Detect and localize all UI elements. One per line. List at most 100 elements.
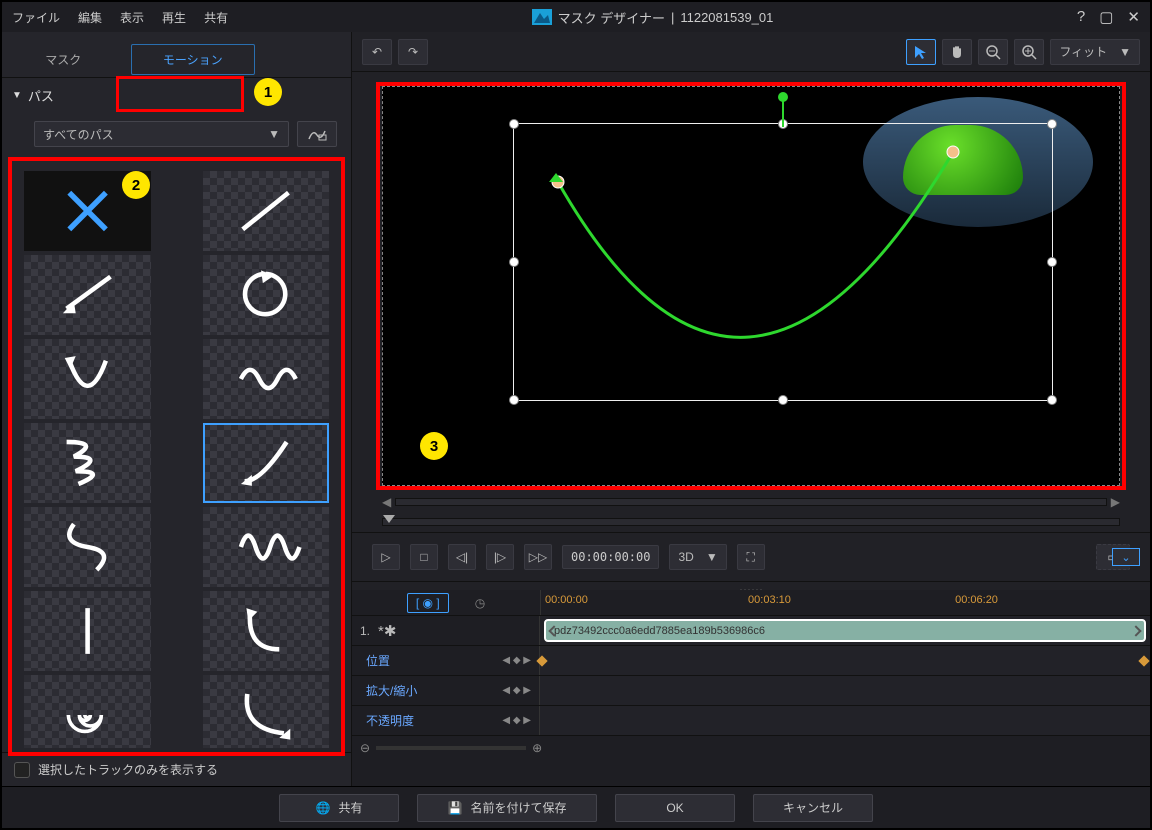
menu-share[interactable]: 共有 bbox=[204, 9, 228, 26]
menu-view[interactable]: 表示 bbox=[120, 9, 144, 26]
zoom-out-button[interactable] bbox=[978, 39, 1008, 65]
path-thumb-line[interactable] bbox=[203, 171, 330, 251]
handle-ml[interactable] bbox=[509, 257, 519, 267]
handle-tc[interactable] bbox=[778, 119, 788, 129]
keyframe-nav[interactable]: ◀ ◆ ▶ bbox=[502, 715, 531, 726]
track-lane[interactable]: pdz73492ccc0a6edd7885ea189b536986c6 bbox=[540, 616, 1150, 645]
path-thumb-s[interactable] bbox=[24, 507, 151, 587]
ruler-tick-0: 00:00:00 bbox=[545, 594, 588, 606]
keyframe-nav[interactable]: ◀ ◆ ▶ bbox=[502, 655, 531, 666]
cancel-button[interactable]: キャンセル bbox=[753, 794, 873, 822]
section-path-header[interactable]: ▼ パス bbox=[2, 78, 351, 113]
scroll-right-icon[interactable]: ▶ bbox=[1111, 495, 1120, 509]
path-thumb-ww[interactable] bbox=[203, 507, 330, 587]
path-filter-dropdown[interactable]: すべてのパス ▼ bbox=[34, 121, 289, 147]
save-as-label: 名前を付けて保存 bbox=[470, 799, 566, 816]
keyframe-mode-button[interactable]: [ ◉ ] bbox=[407, 593, 449, 613]
prev-frame-button[interactable]: ◁| bbox=[448, 544, 476, 570]
zoom-in-icon[interactable]: ⊕ bbox=[532, 741, 542, 755]
show-selected-label: 選択したトラックのみを表示する bbox=[38, 761, 218, 778]
timecode-display[interactable]: 00:00:00:00 bbox=[562, 545, 659, 569]
fullscreen-button[interactable]: ⛶ bbox=[737, 544, 765, 570]
path-thumb-spiral[interactable] bbox=[24, 675, 151, 748]
prop-position-label: 位置 bbox=[366, 652, 390, 669]
move-tool-button[interactable] bbox=[906, 39, 936, 65]
undo-button[interactable]: ↶ bbox=[362, 39, 392, 65]
path-gallery bbox=[16, 165, 337, 748]
scroll-left-icon[interactable]: ◀ bbox=[382, 495, 391, 509]
share-label: 共有 bbox=[338, 799, 362, 816]
path-thumb-wave[interactable] bbox=[203, 339, 330, 419]
path-save-button[interactable] bbox=[297, 121, 337, 147]
selection-box[interactable] bbox=[513, 123, 1053, 401]
handle-br[interactable] bbox=[1047, 395, 1057, 405]
menu-file[interactable]: ファイル bbox=[12, 9, 60, 26]
zoom-in-button[interactable] bbox=[1014, 39, 1044, 65]
ruler-tick-1: 00:03:10 bbox=[748, 594, 791, 606]
menu-play[interactable]: 再生 bbox=[162, 9, 186, 26]
stopwatch-icon[interactable]: ◷ bbox=[475, 596, 485, 610]
chevron-down-icon: ▼ bbox=[268, 127, 280, 141]
help-icon[interactable]: ? bbox=[1077, 8, 1085, 26]
fast-forward-button[interactable]: ▷▷ bbox=[524, 544, 552, 570]
scale-lane[interactable] bbox=[540, 676, 1150, 705]
prop-position[interactable]: 位置 ◀ ◆ ▶ bbox=[352, 646, 540, 675]
tab-mask[interactable]: マスク bbox=[2, 45, 125, 74]
hand-tool-button[interactable] bbox=[942, 39, 972, 65]
share-button[interactable]: 🌐 共有 bbox=[279, 794, 399, 822]
path-thumb-hook[interactable] bbox=[203, 591, 330, 671]
show-selected-checkbox[interactable] bbox=[14, 762, 30, 778]
handle-bc[interactable] bbox=[778, 395, 788, 405]
prop-scale-label: 拡大/縮小 bbox=[366, 682, 417, 699]
preview-canvas[interactable] bbox=[382, 86, 1120, 486]
path-thumb-u[interactable] bbox=[24, 339, 151, 419]
annotation-badge-3: 3 bbox=[420, 432, 448, 460]
h-scrollbar[interactable] bbox=[395, 498, 1107, 506]
stop-button[interactable]: □ bbox=[410, 544, 438, 570]
next-frame-button[interactable]: |▷ bbox=[486, 544, 514, 570]
handle-tr[interactable] bbox=[1047, 119, 1057, 129]
timeline-ruler[interactable]: 00:00:00 00:03:10 00:06:20 bbox=[540, 590, 1150, 615]
3d-mode-dropdown[interactable]: 3D▼ bbox=[669, 544, 726, 570]
handle-tl[interactable] bbox=[509, 119, 519, 129]
collapse-icon: ▼ bbox=[12, 90, 22, 101]
redo-button[interactable]: ↷ bbox=[398, 39, 428, 65]
globe-icon: 🌐 bbox=[316, 801, 331, 815]
app-title: マスク デザイナー bbox=[558, 8, 665, 27]
title-sep: | bbox=[671, 10, 674, 25]
path-thumb-vert[interactable] bbox=[24, 591, 151, 671]
prop-opacity-label: 不透明度 bbox=[366, 712, 414, 729]
menu-edit[interactable]: 編集 bbox=[78, 9, 102, 26]
timeline-zoom-slider[interactable] bbox=[376, 746, 526, 750]
collapse-panel-button[interactable]: ⌄ bbox=[1112, 548, 1140, 566]
prop-opacity[interactable]: 不透明度 ◀ ◆ ▶ bbox=[352, 706, 540, 735]
path-thumb-circ[interactable] bbox=[203, 255, 330, 335]
path-thumb-arrow[interactable] bbox=[24, 255, 151, 335]
track-header[interactable]: 1. *✱ bbox=[352, 616, 540, 645]
ok-button[interactable]: OK bbox=[615, 794, 735, 822]
track-name: *✱ bbox=[378, 622, 396, 640]
path-thumb-arc[interactable] bbox=[203, 675, 330, 748]
clip[interactable]: pdz73492ccc0a6edd7885ea189b536986c6 bbox=[544, 619, 1146, 642]
doc-title: 1122081539_01 bbox=[680, 10, 773, 25]
track-number: 1. bbox=[360, 624, 370, 638]
handle-bl[interactable] bbox=[509, 395, 519, 405]
opacity-lane[interactable] bbox=[540, 706, 1150, 735]
path-thumb-ease[interactable] bbox=[203, 423, 330, 503]
maximize-icon[interactable]: ▢ bbox=[1099, 8, 1113, 26]
prop-scale[interactable]: 拡大/縮小 ◀ ◆ ▶ bbox=[352, 676, 540, 705]
close-icon[interactable]: ✕ bbox=[1127, 8, 1140, 26]
save-as-button[interactable]: 💾名前を付けて保存 bbox=[417, 794, 597, 822]
path-thumb-zig[interactable] bbox=[24, 423, 151, 503]
keyframe-nav[interactable]: ◀ ◆ ▶ bbox=[502, 685, 531, 696]
tab-motion[interactable]: モーション bbox=[131, 44, 256, 75]
ruler-tick-2: 00:06:20 bbox=[955, 594, 998, 606]
3d-mode-label: 3D bbox=[678, 550, 693, 564]
zoom-out-icon[interactable]: ⊖ bbox=[360, 741, 370, 755]
position-lane[interactable] bbox=[540, 646, 1150, 675]
preview-time-slider[interactable] bbox=[382, 518, 1120, 526]
chevron-down-icon: ▼ bbox=[1119, 45, 1131, 59]
handle-mr[interactable] bbox=[1047, 257, 1057, 267]
play-button[interactable]: ▷ bbox=[372, 544, 400, 570]
zoom-fit-dropdown[interactable]: フィット▼ bbox=[1050, 39, 1140, 65]
